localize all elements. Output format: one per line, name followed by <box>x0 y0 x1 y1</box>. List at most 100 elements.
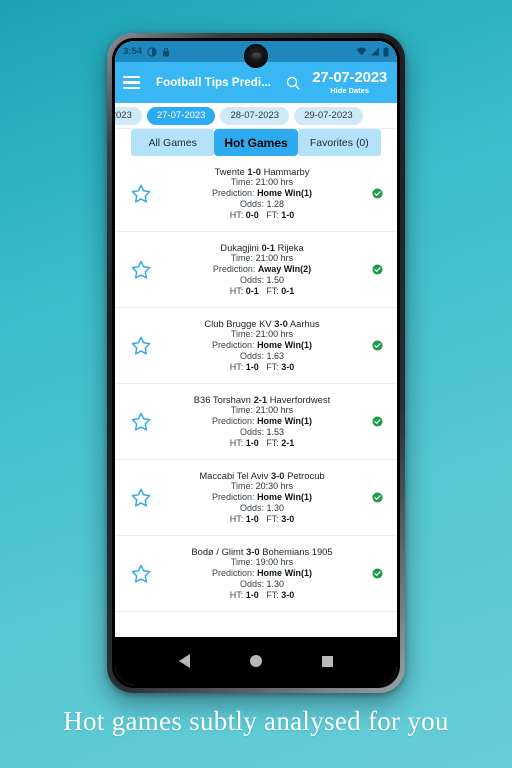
match-list[interactable]: Twente 1-0 Hammarby Time: 21:00 hrs Pred… <box>115 156 397 637</box>
check-circle-icon <box>363 568 391 579</box>
odds-label: Odds: <box>239 579 264 590</box>
match-teams: Dukagjini 0-1 Rijeka <box>161 242 363 254</box>
match-odds-line: Odds: 1.30 <box>161 503 363 514</box>
odds-label: Odds: <box>239 275 264 286</box>
date-chip[interactable]: 29-07-2023 <box>294 106 363 125</box>
odds-label: Odds: <box>239 351 264 362</box>
odds-label: Odds: <box>239 503 264 514</box>
star-outline-icon[interactable] <box>121 411 161 433</box>
match-time: 21:00 hrs <box>255 253 294 264</box>
status-bar-clock: 3:54 <box>123 46 143 57</box>
date-chip[interactable]: 07-2023 <box>115 106 142 125</box>
date-chip[interactable]: 28-07-2023 <box>220 106 290 125</box>
ft-label: FT: <box>266 590 279 601</box>
tab-favorites[interactable]: Favorites (0) <box>297 129 381 156</box>
match-ht: 1-0 <box>245 590 259 601</box>
match-prediction: Home Win(1) <box>257 416 312 427</box>
status-bar-right <box>356 46 389 57</box>
ht-label: HT: <box>229 590 244 601</box>
promo-caption: Hot games subtly analysed for you <box>63 706 449 736</box>
star-outline-icon[interactable] <box>121 487 161 509</box>
battery-icon <box>383 46 389 57</box>
match-scores-line: HT: 1-0 FT: 3-0 <box>161 514 363 525</box>
match-ft: 3-0 <box>281 514 295 525</box>
recents-square-icon[interactable] <box>322 655 333 667</box>
match-info: Bodø / Glimt 3-0 Bohemians 1905 Time: 19… <box>161 546 363 602</box>
status-bar: 3:54 <box>115 41 397 68</box>
match-prediction-line: Prediction: Home Win(1) <box>161 340 363 351</box>
ft-label: FT: <box>266 438 279 449</box>
table-row[interactable]: Maccabi Tel Aviv 3-0 Petrocub Time: 20:3… <box>115 460 397 536</box>
match-time-line: Time: 20:30 hrs <box>161 481 363 492</box>
match-ft: 0-1 <box>281 286 295 297</box>
phone-screen: 3:54 Football Tips Predi... 27-07-2023 H… <box>115 41 397 685</box>
signal-icon <box>370 47 380 56</box>
home-circle-icon[interactable] <box>250 655 262 667</box>
match-odds: 1.30 <box>266 503 285 514</box>
match-ft: 3-0 <box>281 590 295 601</box>
match-odds: 1.28 <box>266 199 285 210</box>
match-odds-line: Odds: 1.30 <box>161 579 363 590</box>
date-chip-selected[interactable]: 27-07-2023 <box>146 106 216 125</box>
tab-bar: All Games Hot Games Favorites (0) <box>115 129 397 156</box>
match-prediction: Away Win(2) <box>257 264 312 275</box>
phone-bezel: 3:54 Football Tips Predi... 27-07-2023 H… <box>112 38 400 688</box>
match-time: 21:00 hrs <box>255 405 294 416</box>
away-team: Petrocub <box>287 469 325 481</box>
match-ft: 2-1 <box>281 438 295 449</box>
away-team: Rijeka <box>277 241 304 253</box>
time-label: Time: <box>230 557 254 568</box>
app-bar: Football Tips Predi... 27-07-2023 Hide D… <box>115 62 397 103</box>
hide-dates-toggle[interactable]: Hide Dates <box>312 86 387 95</box>
home-team: Maccabi Tel Aviv <box>199 469 269 481</box>
match-scores-line: HT: 1-0 FT: 3-0 <box>161 362 363 373</box>
ft-label: FT: <box>266 286 279 297</box>
away-team: Bohemians 1905 <box>262 545 333 557</box>
ht-label: HT: <box>229 362 244 373</box>
search-icon[interactable] <box>285 75 301 91</box>
time-label: Time: <box>230 253 254 264</box>
match-prediction-line: Prediction: Away Win(2) <box>161 264 363 275</box>
phone-frame: 3:54 Football Tips Predi... 27-07-2023 H… <box>107 33 405 693</box>
star-outline-icon[interactable] <box>121 563 161 585</box>
status-bar-left: 3:54 <box>123 46 170 57</box>
match-prediction: Home Win(1) <box>257 340 312 351</box>
match-info: Maccabi Tel Aviv 3-0 Petrocub Time: 20:3… <box>161 470 363 526</box>
check-circle-icon <box>363 188 391 199</box>
time-label: Time: <box>230 481 254 492</box>
table-row[interactable]: Club Brugge KV 3-0 Aarhus Time: 21:00 hr… <box>115 308 397 384</box>
match-teams: Maccabi Tel Aviv 3-0 Petrocub <box>161 470 363 482</box>
match-odds-line: Odds: 1.28 <box>161 199 363 210</box>
date-strip[interactable]: 07-2023 27-07-2023 28-07-2023 29-07-2023 <box>115 103 397 129</box>
away-team: Aarhus <box>289 317 320 329</box>
match-time: 19:00 hrs <box>255 557 294 568</box>
away-team: Hammarby <box>263 165 310 177</box>
match-prediction-line: Prediction: Home Win(1) <box>161 568 363 579</box>
app-bar-date-block[interactable]: 27-07-2023 Hide Dates <box>312 69 389 95</box>
prediction-label: Prediction: <box>212 568 255 579</box>
table-row[interactable]: Dukagjini 0-1 Rijeka Time: 21:00 hrs Pre… <box>115 232 397 308</box>
ht-label: HT: <box>229 286 244 297</box>
table-row[interactable]: Twente 1-0 Hammarby Time: 21:00 hrs Pred… <box>115 156 397 232</box>
table-row[interactable]: B36 Torshavn 2-1 Haverfordwest Time: 21:… <box>115 384 397 460</box>
table-row[interactable]: Bodø / Glimt 3-0 Bohemians 1905 Time: 19… <box>115 536 397 612</box>
match-odds: 1.30 <box>266 579 285 590</box>
star-outline-icon[interactable] <box>121 183 161 205</box>
phone-mockup: 3:54 Football Tips Predi... 27-07-2023 H… <box>107 33 405 693</box>
prediction-label: Prediction: <box>212 416 255 427</box>
match-teams: Bodø / Glimt 3-0 Bohemians 1905 <box>161 546 363 558</box>
tab-hot-games[interactable]: Hot Games <box>214 129 298 156</box>
match-score: 2-1 <box>253 393 268 405</box>
star-outline-icon[interactable] <box>121 335 161 357</box>
match-time-line: Time: 21:00 hrs <box>161 329 363 340</box>
time-label: Time: <box>230 405 254 416</box>
hamburger-menu-icon[interactable] <box>123 76 140 89</box>
odds-label: Odds: <box>239 199 264 210</box>
tab-all-games[interactable]: All Games <box>131 129 215 156</box>
ht-label: HT: <box>229 210 244 221</box>
match-scores-line: HT: 1-0 FT: 2-1 <box>161 438 363 449</box>
star-outline-icon[interactable] <box>121 259 161 281</box>
match-score: 3-0 <box>246 545 260 557</box>
back-triangle-icon[interactable] <box>179 654 190 668</box>
match-time-line: Time: 21:00 hrs <box>161 405 363 416</box>
